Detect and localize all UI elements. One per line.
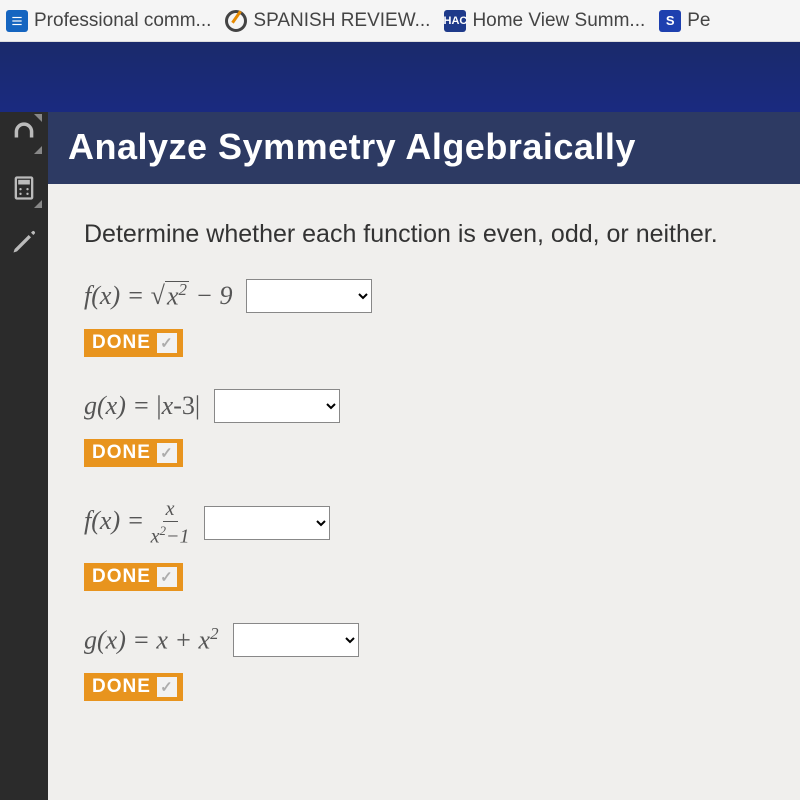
check-icon: ✓ bbox=[157, 567, 177, 587]
done-row: DONE ✓ bbox=[84, 671, 772, 701]
compass-icon bbox=[225, 10, 247, 32]
answer-dropdown[interactable] bbox=[246, 279, 372, 313]
main-area: Analyze Symmetry Algebraically Determine… bbox=[0, 112, 800, 800]
function-expression: f(x) = √x2 − 9 bbox=[84, 281, 232, 311]
s-icon: S bbox=[659, 10, 681, 32]
done-label: DONE bbox=[92, 566, 151, 588]
lesson-title: Analyze Symmetry Algebraically bbox=[48, 112, 800, 184]
content-column: Analyze Symmetry Algebraically Determine… bbox=[48, 112, 800, 800]
done-row: DONE ✓ bbox=[84, 327, 772, 357]
bookmark-item[interactable]: HAC Home View Summ... bbox=[444, 10, 645, 32]
done-button[interactable]: DONE ✓ bbox=[84, 439, 183, 467]
bookmark-label: SPANISH REVIEW... bbox=[253, 10, 430, 32]
problem-row: g(x) = |x-3| bbox=[84, 389, 772, 423]
done-row: DONE ✓ bbox=[84, 437, 772, 467]
done-button[interactable]: DONE ✓ bbox=[84, 563, 183, 591]
done-label: DONE bbox=[92, 332, 151, 354]
check-icon: ✓ bbox=[157, 677, 177, 697]
problem-row: g(x) = x + x2 bbox=[84, 623, 772, 657]
done-label: DONE bbox=[92, 676, 151, 698]
function-expression: g(x) = |x-3| bbox=[84, 391, 200, 421]
done-row: DONE ✓ bbox=[84, 561, 772, 591]
function-expression: g(x) = x + x2 bbox=[84, 624, 219, 656]
done-button[interactable]: DONE ✓ bbox=[84, 673, 183, 701]
worksheet-panel: Determine whether each function is even,… bbox=[48, 184, 800, 800]
list-icon bbox=[6, 10, 28, 32]
bookmark-item[interactable]: Professional comm... bbox=[6, 10, 211, 32]
app-header-band bbox=[0, 42, 800, 112]
hac-icon: HAC bbox=[444, 10, 466, 32]
bookmark-label: Professional comm... bbox=[34, 10, 211, 32]
instruction-text: Determine whether each function is even,… bbox=[84, 220, 772, 249]
problem-row: f(x) = √x2 − 9 bbox=[84, 279, 772, 313]
headset-tool-icon[interactable] bbox=[4, 112, 44, 156]
done-label: DONE bbox=[92, 442, 151, 464]
answer-dropdown[interactable] bbox=[233, 623, 359, 657]
calculator-tool-icon[interactable] bbox=[4, 166, 44, 210]
bookmark-label: Pe bbox=[687, 10, 710, 32]
bookmark-item[interactable]: SPANISH REVIEW... bbox=[225, 10, 430, 32]
pencil-tool-icon[interactable] bbox=[4, 220, 44, 264]
answer-dropdown[interactable] bbox=[214, 389, 340, 423]
bookmarks-bar: Professional comm... SPANISH REVIEW... H… bbox=[0, 0, 800, 42]
problem-row: f(x) = xx2−1 bbox=[84, 499, 772, 547]
tool-rail bbox=[0, 112, 48, 800]
check-icon: ✓ bbox=[157, 333, 177, 353]
done-button[interactable]: DONE ✓ bbox=[84, 329, 183, 357]
function-expression: f(x) = xx2−1 bbox=[84, 499, 190, 547]
answer-dropdown[interactable] bbox=[204, 506, 330, 540]
bookmark-label: Home View Summ... bbox=[472, 10, 645, 32]
bookmark-item[interactable]: S Pe bbox=[659, 10, 710, 32]
check-icon: ✓ bbox=[157, 443, 177, 463]
